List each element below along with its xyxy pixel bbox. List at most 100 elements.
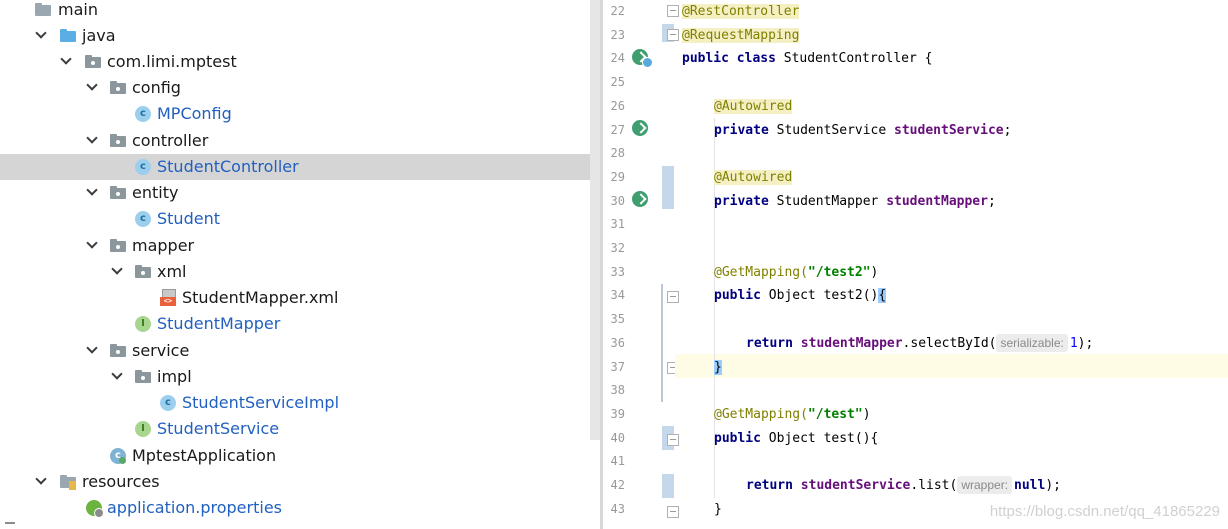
- line-number: 37: [610, 359, 625, 374]
- annotation: @GetMapping(: [714, 406, 808, 422]
- code-line-43[interactable]: }: [714, 498, 722, 522]
- tree-item-resources[interactable]: resources: [0, 469, 590, 495]
- chevron-down-icon[interactable]: [86, 75, 100, 101]
- collapsed-marker: [5, 522, 15, 527]
- code-line-22[interactable]: @RestController: [682, 0, 800, 24]
- tree-item-main[interactable]: main: [0, 0, 590, 23]
- tree-item-mapper[interactable]: mapper: [0, 233, 590, 259]
- watermark: https://blog.csdn.net/qq_41865229: [989, 503, 1220, 520]
- tree-item-mptestapplication[interactable]: c MptestApplication: [0, 443, 590, 469]
- package-icon: [110, 344, 126, 357]
- tree-item-label: java: [82, 26, 116, 45]
- code-line-34[interactable]: public Object test2(){: [714, 284, 887, 308]
- code-text: StudentService: [768, 122, 895, 138]
- fold-marker-icon[interactable]: [667, 5, 679, 17]
- package-icon: [110, 81, 126, 94]
- chevron-down-icon[interactable]: [111, 364, 125, 390]
- code-text: Object test2(): [760, 288, 879, 304]
- fold-marker-icon[interactable]: [667, 29, 679, 41]
- change-marker[interactable]: [662, 474, 674, 498]
- tree-item-mpconfig[interactable]: c MPConfig: [0, 101, 590, 127]
- tree-item-com-limi-mptest[interactable]: com.limi.mptest: [0, 49, 590, 75]
- class-icon: c: [135, 106, 151, 122]
- tree-scrollbar[interactable]: [590, 0, 600, 440]
- code-line-23[interactable]: @RequestMapping: [682, 24, 800, 48]
- code-editor[interactable]: 22 23 24 25 26 27 28 29 30 31 32 33 34 3…: [603, 0, 1228, 529]
- code-line-40[interactable]: public Object test(){: [714, 427, 878, 451]
- code-text: ): [862, 406, 871, 422]
- string-literal: "/test": [807, 406, 863, 422]
- autowired-navigate-icon[interactable]: [632, 120, 648, 136]
- fold-marker-icon[interactable]: [667, 434, 679, 446]
- tree-item-studentcontroller[interactable]: c StudentController: [0, 154, 600, 180]
- chevron-down-icon[interactable]: [86, 128, 100, 154]
- project-tree-panel: main java com.limi.mptest config c MPCon…: [0, 0, 600, 529]
- line-number: 27: [610, 122, 625, 137]
- xml-file-icon: <>: [160, 289, 176, 307]
- chevron-down-icon[interactable]: [86, 338, 100, 364]
- code-line-29[interactable]: @Autowired: [714, 166, 793, 190]
- code-line-36[interactable]: return studentMapper.selectById(serializ…: [746, 332, 1093, 356]
- code-text: StudentController {: [775, 51, 933, 67]
- code-line-37[interactable]: }: [714, 356, 722, 380]
- tree-item-entity[interactable]: entity: [0, 180, 590, 206]
- chevron-down-icon[interactable]: [111, 259, 125, 285]
- string-literal: "/test2": [807, 264, 871, 280]
- annotation: @Autowired: [714, 169, 793, 185]
- code-line-33[interactable]: @GetMapping("/test2"): [714, 261, 878, 285]
- class-icon: c: [160, 395, 176, 411]
- chevron-down-icon[interactable]: [86, 233, 100, 259]
- chevron-down-icon[interactable]: [60, 49, 74, 75]
- change-marker[interactable]: [661, 284, 663, 402]
- tree-item-impl[interactable]: impl: [0, 364, 590, 390]
- code-text: );: [1077, 335, 1094, 351]
- tree-item-studentmapper[interactable]: I StudentMapper: [0, 311, 590, 337]
- keyword: private: [714, 193, 769, 209]
- tree-item-application-properties[interactable]: application.properties: [0, 495, 590, 521]
- package-icon: [135, 370, 151, 383]
- code-line-26[interactable]: @Autowired: [714, 95, 793, 119]
- matched-brace: }: [714, 359, 722, 375]
- interface-icon: I: [135, 421, 151, 437]
- tree-item-studentserviceimpl[interactable]: c StudentServiceImpl: [0, 390, 590, 416]
- code-line-39[interactable]: @GetMapping("/test"): [714, 403, 871, 427]
- chevron-down-icon[interactable]: [35, 469, 49, 495]
- source-folder-icon: [60, 29, 76, 42]
- field-name: studentMapper: [886, 193, 988, 209]
- keyword: public: [714, 288, 761, 304]
- tree-item-label: controller: [132, 131, 209, 150]
- tree-item-studentmapper-xml[interactable]: <> StudentMapper.xml: [0, 285, 590, 311]
- folder-icon: [35, 3, 51, 16]
- tree-item-label: StudentServiceImpl: [182, 393, 340, 412]
- package-icon: [110, 134, 126, 147]
- code-line-30[interactable]: private StudentMapper studentMapper;: [714, 190, 996, 214]
- tree-item-studentservice[interactable]: I StudentService: [0, 416, 590, 442]
- change-marker[interactable]: [662, 166, 674, 209]
- tree-item-label: com.limi.mptest: [107, 52, 237, 71]
- code-line-27[interactable]: private StudentService studentService;: [714, 119, 1011, 143]
- class-icon: c: [135, 211, 151, 227]
- current-line-highlight: [675, 354, 1228, 378]
- tree-item-controller[interactable]: controller: [0, 128, 590, 154]
- tree-item-service[interactable]: service: [0, 338, 590, 364]
- line-number: 28: [610, 146, 625, 161]
- fold-marker-icon[interactable]: [667, 506, 679, 518]
- tree-item-config[interactable]: config: [0, 75, 590, 101]
- tree-item-xml[interactable]: xml: [0, 259, 590, 285]
- fold-marker-icon[interactable]: [667, 291, 679, 303]
- tree-item-label: xml: [157, 262, 187, 281]
- line-number: 38: [610, 383, 625, 398]
- spring-bean-class-icon[interactable]: [632, 49, 653, 68]
- tree-item-java[interactable]: java: [0, 23, 590, 49]
- matched-brace: {: [878, 288, 887, 304]
- tree-item-label: StudentMapper: [157, 314, 281, 333]
- tree-item-student[interactable]: c Student: [0, 206, 590, 232]
- line-number: 40: [610, 430, 625, 445]
- code-line-42[interactable]: return studentService.list(wrapper: null)…: [746, 474, 1061, 498]
- autowired-navigate-icon[interactable]: [632, 191, 648, 207]
- parameter-hint: wrapper:: [957, 476, 1013, 494]
- tree-item-label: application.properties: [107, 498, 282, 517]
- chevron-down-icon[interactable]: [35, 23, 49, 49]
- code-line-24[interactable]: public class StudentController {: [682, 47, 932, 71]
- chevron-down-icon[interactable]: [86, 180, 100, 206]
